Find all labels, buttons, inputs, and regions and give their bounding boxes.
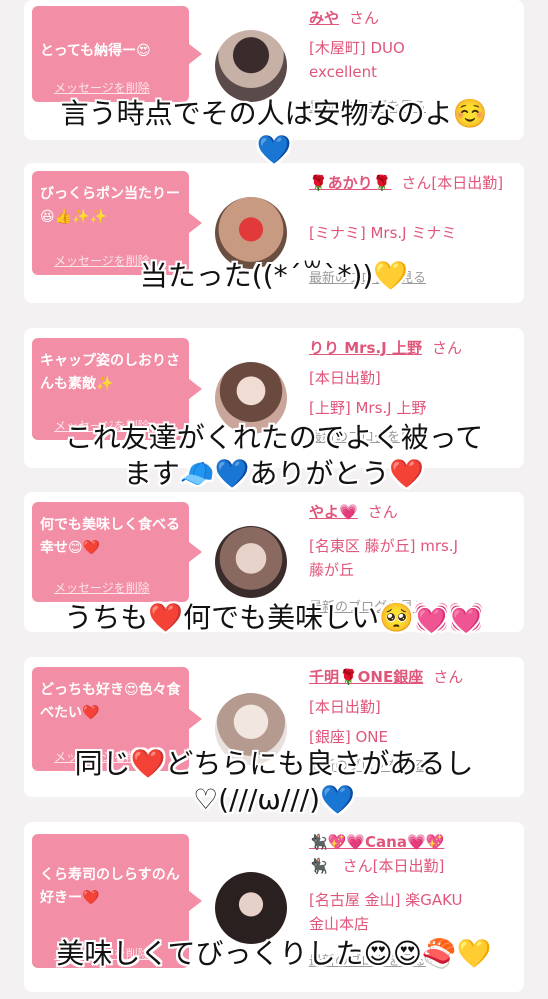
overlay-comment: 当たった((*´꒳`*))💛 xyxy=(0,258,548,294)
cast-suffix: さん xyxy=(431,339,462,357)
shop-info-2: 藤が丘 xyxy=(309,561,355,579)
overlay-line: うちも❤️何でも美味しい🥺💓💓 xyxy=(64,601,484,634)
cast-suffix: さん xyxy=(367,503,398,521)
overlay-line: 同じ❤️どちらにも良さがあるし xyxy=(74,747,474,780)
overlay-comment: これ友達がくれたのでよく被って ます🧢💙ありがとう❤️ xyxy=(0,420,548,492)
overlay-comment: 美味しくてびっくりした😍😍🍣💛 xyxy=(0,936,548,972)
shop-info: [本日出勤] xyxy=(309,698,381,716)
shop-info: [木屋町] DUO xyxy=(309,39,405,57)
overlay-line: ♡(///ω///)💙 xyxy=(193,783,355,816)
cast-name-link[interactable]: やよ💗 xyxy=(309,503,358,521)
overlay-comment: 言う時点でその人は安物なのよ☺️ 💙 xyxy=(0,96,548,168)
message-text: びっくらポン当たりー😆👍✨✨ xyxy=(40,186,180,225)
cast-name-link[interactable]: 🌹あかり🌹 xyxy=(309,174,391,192)
cast-name-link[interactable]: りり Mrs.J 上野 xyxy=(309,339,422,357)
message-text: とっても納得ー😍 xyxy=(40,43,151,59)
message-text: 何でも美味しく食べる幸せ😊❤️ xyxy=(40,517,180,556)
delete-message-link[interactable]: メッセージを削除 xyxy=(54,79,150,96)
overlay-line: ます🧢💙ありがとう❤️ xyxy=(123,457,425,490)
avatar[interactable] xyxy=(215,30,287,102)
message-text: くら寿司のしらすのん好きー❤️ xyxy=(40,867,180,906)
delete-message-link[interactable]: メッセージを削除 xyxy=(54,579,150,596)
cast-suffix: さん[本日出勤] xyxy=(401,174,504,192)
cast-name-link[interactable]: 🐈‍⬛💖💗Cana💗💖 xyxy=(309,833,444,851)
message-text: どっちも好き😍色々食べたい❤️ xyxy=(40,682,181,721)
shop-info: [ミナミ] Mrs.J ミナミ xyxy=(309,224,457,242)
avatar[interactable] xyxy=(215,872,287,944)
shop-info-2: [上野] Mrs.J 上野 xyxy=(309,399,427,417)
message-bubble: とっても納得ー😍 メッセージを削除 xyxy=(32,6,202,102)
cast-suffix: 🐈‍⬛ さん[本日出勤] xyxy=(309,857,445,875)
shop-info: [名古屋 金山] 楽GAKU xyxy=(309,891,463,909)
overlay-comment: 同じ❤️どちらにも良さがあるし ♡(///ω///)💙 xyxy=(0,746,548,818)
shop-info-2: 金山本店 xyxy=(309,915,370,933)
overlay-line: 言う時点でその人は安物なのよ☺️ xyxy=(60,97,488,130)
overlay-line: 💙 xyxy=(256,133,292,166)
overlay-line: これ友達がくれたのでよく被って xyxy=(64,421,484,454)
cast-suffix: さん xyxy=(433,668,464,686)
shop-info: [名東区 藤が丘] mrs.J xyxy=(309,537,459,555)
overlay-line: 美味しくてびっくりした😍😍🍣💛 xyxy=(56,937,492,970)
cast-name-link[interactable]: 千明🌹ONE銀座 xyxy=(309,668,423,686)
shop-info: [本日出勤] xyxy=(309,369,381,387)
message-bubble: 何でも美味しく食べる幸せ😊❤️ メッセージを削除 xyxy=(32,502,202,602)
overlay-comment: うちも❤️何でも美味しい🥺💓💓 xyxy=(0,600,548,636)
overlay-line: 当たった((*´꒳`*))💛 xyxy=(139,259,409,292)
message-text: キャップ姿のしおりさんも素敵✨ xyxy=(40,353,180,392)
avatar[interactable] xyxy=(215,526,287,598)
cast-name-link[interactable]: みや xyxy=(309,9,339,27)
shop-info-2: excellent xyxy=(309,63,378,81)
cast-suffix: さん xyxy=(349,9,380,27)
